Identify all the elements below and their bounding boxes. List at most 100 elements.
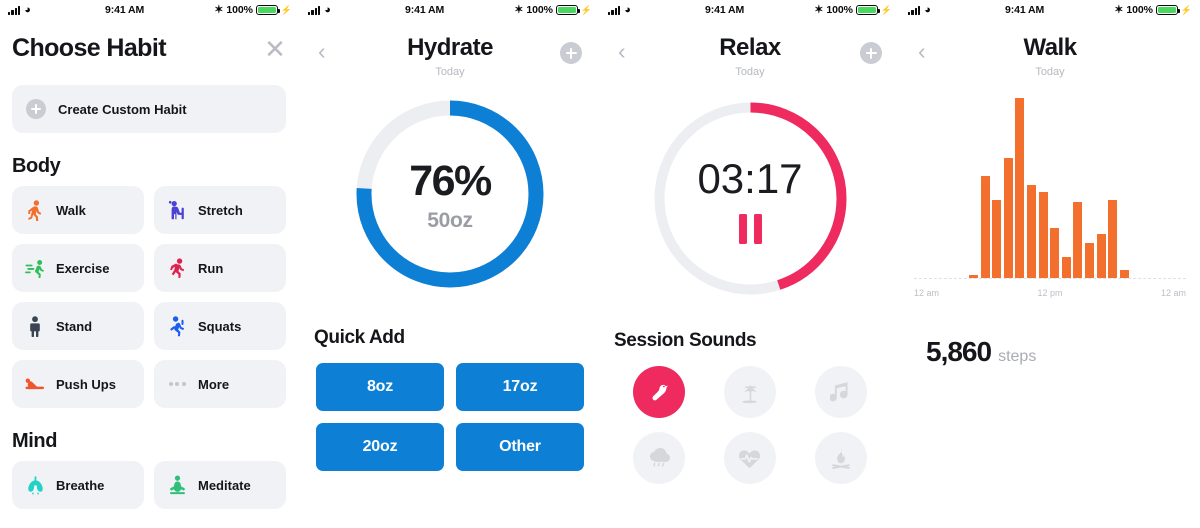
chart-bar	[1096, 234, 1106, 278]
sound-option-rain-cloud[interactable]	[633, 432, 686, 484]
sound-option-heartbeat[interactable]	[723, 432, 776, 484]
status-left: ◕	[908, 4, 931, 16]
cellular-signal-icon	[8, 5, 21, 15]
chevron-left-icon[interactable]: ‹	[618, 40, 626, 63]
status-clock: 9:41 AM	[704, 4, 745, 16]
habit-label: Walk	[56, 202, 86, 218]
plus-circle-icon[interactable]	[560, 42, 582, 64]
hydrate-ring-wrap: 76% 50oz	[300, 96, 600, 297]
habit-label: Stretch	[198, 202, 243, 218]
palm-tree-icon	[742, 384, 758, 403]
habit-label: Push Ups	[56, 376, 116, 392]
chart-bar	[1108, 200, 1118, 278]
habit-item-exercise[interactable]: Exercise	[12, 244, 144, 292]
sound-option-palm-tree[interactable]	[723, 366, 776, 418]
chart-x-axis: 12 am 12 pm 12 am	[914, 288, 1186, 298]
page-subtitle: Today	[735, 66, 765, 78]
plus-circle-icon[interactable]	[860, 42, 882, 64]
page-title: Choose Habit	[12, 34, 167, 62]
battery-icon	[555, 5, 580, 15]
steps-unit: steps	[998, 348, 1037, 365]
habit-item-breathe[interactable]: Breathe	[12, 461, 144, 509]
phone-screens-strip: ◕ 9:41 AM ✶ 100% ⚡ Choose Habit ✕ Create…	[0, 0, 1200, 528]
page-subtitle: Today	[435, 66, 465, 78]
habit-item-walk[interactable]: Walk	[12, 186, 144, 234]
chart-bar	[1084, 243, 1094, 278]
hydrate-progress-ring: 76% 50oz	[352, 96, 548, 297]
page-title: Hydrate	[407, 34, 493, 61]
session-sounds-section: Session Sounds	[600, 330, 900, 484]
habit-item-run[interactable]: Run	[154, 244, 286, 292]
chevron-left-icon[interactable]: ‹	[918, 40, 926, 63]
chart-bar	[1050, 228, 1060, 278]
bluetooth-icon: ✶	[814, 3, 824, 16]
bluetooth-icon: ✶	[214, 3, 224, 16]
squatting-person-icon	[167, 315, 187, 337]
panel-relax: ◕ 9:41 AM ✶ 100% ⚡ ‹ Relax Today 03:17 S…	[600, 0, 900, 528]
session-sounds-title: Session Sounds	[614, 330, 757, 351]
steps-value: 5,860	[926, 336, 992, 367]
create-custom-habit-button[interactable]: Create Custom Habit	[12, 85, 286, 133]
session-sounds-grid	[614, 366, 886, 484]
status-right: ✶ 100% ⚡	[814, 4, 892, 16]
status-clock: 9:41 AM	[1004, 4, 1045, 16]
habit-grid-body: Walk Stretch Exercise Run Stand Squats P…	[12, 186, 286, 408]
chart-bar	[1073, 202, 1083, 278]
habit-grid-mind: Breathe Meditate	[12, 461, 286, 509]
hydrate-ring-center: 76% 50oz	[352, 96, 548, 297]
relax-ring-center: 03:17	[648, 96, 853, 306]
runner-icon	[167, 257, 187, 279]
habit-item-meditate[interactable]: Meditate	[154, 461, 286, 509]
sound-option-music-note[interactable]	[814, 366, 867, 418]
quick-add-button-20oz[interactable]: 20oz	[316, 423, 444, 471]
bird-icon	[652, 384, 669, 401]
status-bar: ◕ 9:41 AM ✶ 100% ⚡	[0, 0, 300, 20]
chart-bar	[1061, 257, 1071, 278]
status-clock: 9:41 AM	[104, 4, 145, 16]
walking-person-icon	[25, 199, 45, 221]
hydrate-amount: 50oz	[427, 209, 473, 232]
close-icon[interactable]: ✕	[264, 36, 286, 62]
standing-person-icon	[25, 315, 45, 337]
habit-label: Stand	[56, 318, 93, 334]
cellular-signal-icon	[908, 5, 921, 15]
habit-item-stretch[interactable]: Stretch	[154, 186, 286, 234]
battery-icon	[255, 5, 280, 15]
battery-icon	[1155, 5, 1180, 15]
hydrate-percent: 76%	[409, 157, 492, 205]
relax-ring-wrap: 03:17	[600, 96, 900, 306]
page-title: Walk	[1023, 34, 1077, 61]
sound-option-campfire[interactable]	[814, 432, 867, 484]
habit-item-squats[interactable]: Squats	[154, 302, 286, 350]
charging-bolt-icon: ⚡	[1180, 4, 1192, 15]
status-bar: ◕ 9:41 AM ✶ 100% ⚡	[900, 0, 1200, 20]
pause-icon[interactable]	[738, 214, 762, 244]
quick-add-button-17oz[interactable]: 17oz	[456, 363, 584, 411]
status-left: ◕	[8, 4, 31, 16]
rain-cloud-icon	[649, 447, 670, 467]
section-title-body: Body	[12, 155, 61, 177]
sound-option-bird[interactable]	[633, 366, 686, 418]
page-subtitle: Today	[1035, 66, 1065, 78]
relax-header: ‹ Relax Today	[600, 20, 900, 86]
habit-item-stand[interactable]: Stand	[12, 302, 144, 350]
charging-bolt-icon: ⚡	[880, 4, 892, 15]
status-bar: ◕ 9:41 AM ✶ 100% ⚡	[600, 0, 900, 20]
x-tick-label: 12 pm	[1037, 288, 1063, 298]
bluetooth-icon: ✶	[514, 3, 524, 16]
relax-timer-value: 03:17	[697, 155, 803, 202]
cellular-signal-icon	[308, 5, 321, 15]
battery-percent: 100%	[1126, 4, 1153, 16]
campfire-icon	[831, 447, 850, 469]
chevron-left-icon[interactable]: ‹	[318, 40, 326, 63]
ellipsis-icon	[167, 373, 187, 395]
habit-item-push-ups[interactable]: Push Ups	[12, 360, 144, 408]
status-clock: 9:41 AM	[404, 4, 445, 16]
battery-icon	[855, 5, 880, 15]
habit-item-more[interactable]: More	[154, 360, 286, 408]
quick-add-button-other[interactable]: Other	[456, 423, 584, 471]
status-left: ◕	[608, 4, 631, 16]
quick-add-button-8oz[interactable]: 8oz	[316, 363, 444, 411]
walk-header: ‹ Walk Today	[900, 20, 1200, 86]
chart-bar	[980, 176, 990, 278]
